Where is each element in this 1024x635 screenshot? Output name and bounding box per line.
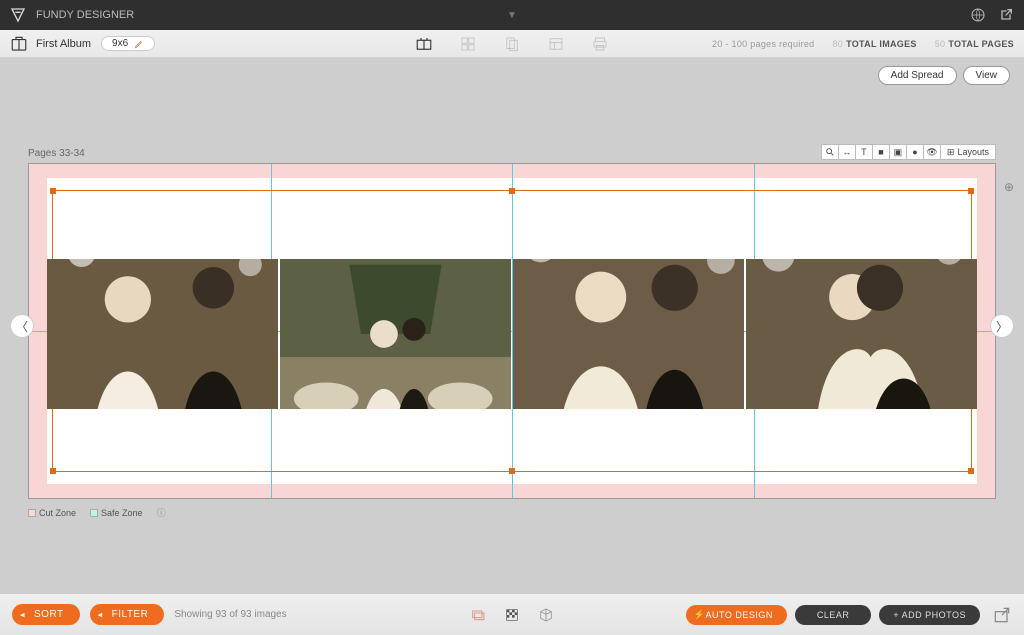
prev-spread-button[interactable]: 〈: [10, 314, 34, 338]
album-stats: 20 - 100 pages required 80TOTAL IMAGES 5…: [712, 39, 1014, 49]
clear-button[interactable]: CLEAR: [795, 605, 872, 625]
safe-zone-label: Safe Zone: [101, 508, 143, 518]
zone-legend: Cut Zone Safe Zone ⓘ: [28, 506, 166, 519]
bottom-center-tools: [470, 607, 554, 623]
bottom-bar: ◂SORT ◂FILTER Showing 93 of 93 images ⚡A…: [0, 593, 1024, 635]
album-icon: [10, 35, 28, 53]
print-view-icon[interactable]: [591, 35, 609, 53]
add-photos-button[interactable]: + ADD PHOTOS: [879, 605, 980, 625]
grid-view-icon[interactable]: [459, 35, 477, 53]
total-images-count: 80: [832, 39, 843, 49]
layout-view-icon[interactable]: [547, 35, 565, 53]
app-topbar: FUNDY DESIGNER ▼: [0, 0, 1024, 30]
album-size-pill[interactable]: 9x6: [101, 36, 155, 51]
checker-icon[interactable]: [504, 607, 520, 623]
photo-1[interactable]: [47, 259, 278, 409]
photo-4[interactable]: [746, 259, 977, 409]
globe-icon[interactable]: [970, 7, 986, 23]
sort-button[interactable]: ◂SORT: [12, 604, 80, 625]
album-size: 9x6: [112, 38, 128, 49]
total-pages-count: 50: [935, 39, 946, 49]
filter-button[interactable]: ◂FILTER: [90, 604, 165, 625]
total-images-label: TOTAL IMAGES: [846, 39, 917, 49]
spread-actions: Add Spread View: [878, 66, 1010, 85]
photo-2[interactable]: [280, 259, 511, 409]
open-external-icon[interactable]: [998, 7, 1014, 23]
album-name: First Album: [36, 38, 91, 50]
total-pages-label: TOTAL PAGES: [948, 39, 1014, 49]
next-spread-button[interactable]: 〉: [990, 314, 1014, 338]
export-icon[interactable]: [992, 605, 1012, 625]
spread[interactable]: [28, 163, 996, 499]
photo-3[interactable]: [513, 259, 744, 409]
edit-icon: [134, 39, 144, 49]
cube-icon[interactable]: [538, 607, 554, 623]
photo-row: [47, 259, 977, 409]
legend-help-icon[interactable]: ⓘ: [157, 506, 166, 519]
pages-view-icon[interactable]: [503, 35, 521, 53]
app-logo-icon: [10, 7, 26, 23]
stack-icon[interactable]: [470, 607, 486, 623]
spread-view-icon[interactable]: [415, 35, 433, 53]
showing-count: Showing 93 of 93 images: [174, 609, 286, 620]
canvas-area: Pages 33-34: [28, 148, 996, 499]
topbar-dropdown-icon[interactable]: ▼: [507, 10, 517, 21]
cut-zone-label: Cut Zone: [39, 508, 76, 518]
view-button[interactable]: View: [963, 66, 1011, 85]
auto-design-button[interactable]: ⚡AUTO DESIGN: [686, 605, 787, 625]
pages-required-label: 20 - 100 pages required: [712, 39, 814, 49]
pages-label: Pages 33-34: [28, 148, 996, 159]
app-title: FUNDY DESIGNER: [36, 9, 134, 21]
view-mode-tools: [415, 35, 609, 53]
add-spread-button[interactable]: Add Spread: [878, 66, 957, 85]
add-element-icon[interactable]: ⊕: [1004, 180, 1018, 194]
album-toolbar: First Album 9x6 20 - 100 pages required …: [0, 30, 1024, 58]
